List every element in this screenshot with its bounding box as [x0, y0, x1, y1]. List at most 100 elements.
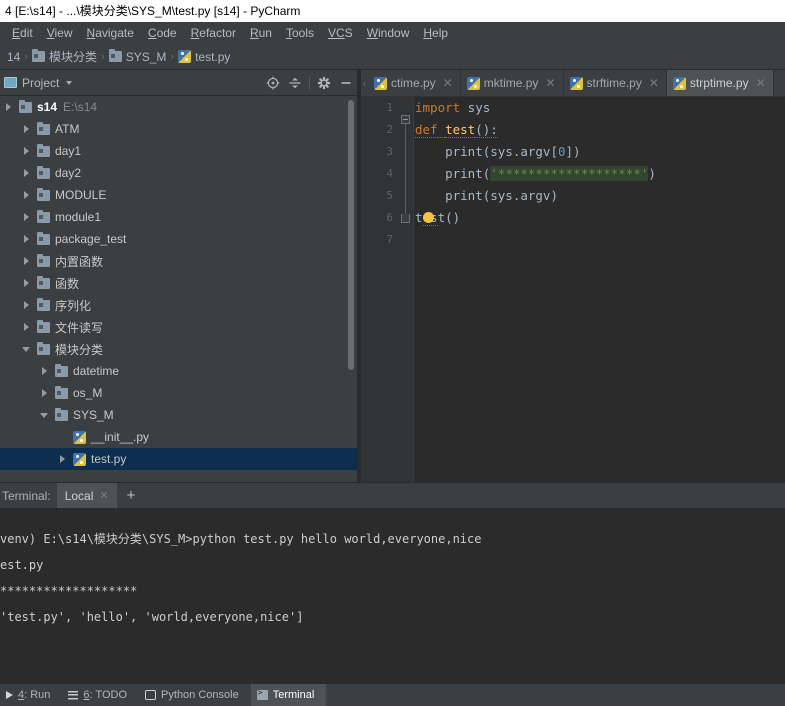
collapse-all-icon[interactable] [285, 73, 305, 93]
status-item-python-console[interactable]: Python Console [139, 684, 251, 706]
terminal-icon [256, 688, 268, 700]
chevron-right-icon [23, 323, 29, 331]
editor-tab-mktime[interactable]: mktime.py ✕ [460, 70, 564, 96]
menu-item-window[interactable]: Window [360, 22, 417, 44]
chevron-down-icon[interactable] [66, 80, 73, 85]
editor-tab-ctime[interactable]: ctime.py ✕ [368, 70, 461, 96]
menu-item-code[interactable]: Code [141, 22, 184, 44]
tree-expand-arrow-icon[interactable] [36, 412, 52, 418]
menu-item-help[interactable]: Help [416, 22, 455, 44]
code-editor[interactable]: 1234567 import sys def test(): print(sys.… [361, 97, 785, 482]
tree-expand-arrow-icon[interactable] [18, 279, 34, 287]
tree-item-day1[interactable]: day1 [0, 140, 360, 162]
menu-item-run[interactable]: Run [243, 22, 279, 44]
menu-mnemonic: N [86, 26, 96, 40]
editor-tab-strptime[interactable]: strptime.py ✕ [666, 70, 774, 96]
add-terminal-button[interactable]: + [117, 483, 146, 509]
tree-expand-arrow-icon[interactable] [18, 147, 34, 155]
editor-tab-bar: ‹ ctime.py ✕ mktime.py ✕ strftime.py ✕ strptime… [361, 70, 785, 97]
folder-icon [36, 253, 50, 267]
menu-item-label: S [344, 26, 353, 40]
tree-expand-arrow-icon[interactable] [18, 213, 34, 221]
terminal-output[interactable]: venv) E:\s14\模块分类\SYS_M>python test.py h… [0, 508, 785, 683]
tree-item-[interactable]: 函数 [0, 272, 360, 294]
todo-icon [68, 690, 79, 700]
menu-item-label: elp [432, 26, 449, 40]
chevron-right-icon [23, 257, 29, 265]
breadcrumb-item-2[interactable]: SYS_M [106, 49, 170, 64]
folder-icon [54, 407, 68, 421]
intention-bulb-icon[interactable] [422, 212, 434, 223]
tree-expand-arrow-icon[interactable] [18, 301, 34, 309]
line-number: 2 [386, 123, 393, 136]
breadcrumb-label: 模块分类 [49, 50, 98, 64]
menu-item-vcs[interactable]: VCS [321, 22, 360, 44]
terminal-line-2: ******************* [0, 584, 138, 598]
breadcrumb-item-1[interactable]: 模块分类 [29, 48, 100, 65]
fold-collapse-icon[interactable] [401, 115, 410, 124]
tree-expand-arrow-icon[interactable] [0, 103, 16, 111]
tree-expand-arrow-icon[interactable] [18, 257, 34, 265]
editor-tab-label: mktime.py [483, 76, 539, 90]
tree-expand-arrow-icon[interactable] [36, 389, 52, 397]
status-item-6-todo[interactable]: 6: TODO [62, 684, 139, 706]
tree-item-package_test[interactable]: package_test [0, 228, 360, 250]
tree-expand-arrow-icon[interactable] [18, 235, 34, 243]
folder-icon [36, 187, 50, 201]
code-token: import [415, 100, 461, 115]
tree-item-s14[interactable]: s14 E:\s14 [0, 96, 360, 118]
line-number-gutter: 1 2 3 4 5 6 7 [361, 97, 399, 482]
code-token: print(sys.argv[ [415, 144, 558, 159]
tree-expand-arrow-icon[interactable] [54, 455, 70, 463]
tree-item-SYS_M[interactable]: SYS_M [0, 404, 360, 426]
code-folding-column[interactable] [399, 97, 413, 482]
editor-tab-strftime[interactable]: strftime.py ✕ [563, 70, 667, 96]
locate-target-icon[interactable] [263, 73, 283, 93]
menu-item-tools[interactable]: Tools [279, 22, 321, 44]
tree-expand-arrow-icon[interactable] [36, 367, 52, 375]
tree-item-[interactable]: 序列化 [0, 294, 360, 316]
breadcrumb-item-3[interactable]: test.py [175, 50, 233, 64]
terminal-tab-local[interactable]: Local ✕ [56, 482, 117, 509]
status-item-terminal[interactable]: Terminal [250, 683, 327, 706]
tree-item-[interactable]: 模块分类 [0, 338, 360, 360]
menu-item-view[interactable]: View [40, 22, 80, 44]
hide-panel-icon[interactable] [336, 73, 356, 93]
tree-item-module1[interactable]: module1 [0, 206, 360, 228]
tree-item-[interactable]: 文件读写 [0, 316, 360, 338]
tree-expand-arrow-icon[interactable] [18, 323, 34, 331]
close-icon[interactable]: ✕ [646, 76, 659, 90]
tree-item-ATM[interactable]: ATM [0, 118, 360, 140]
tree-item-label: MODULE [55, 188, 107, 202]
code-token: 0 [558, 144, 566, 159]
tree-expand-arrow-icon[interactable] [18, 125, 34, 133]
fold-region-end-icon [401, 214, 410, 223]
settings-gear-icon[interactable] [314, 73, 334, 93]
tree-item-test.py[interactable]: test.py [0, 448, 360, 470]
tree-item-os_M[interactable]: os_M [0, 382, 360, 404]
menu-item-edit[interactable]: Edit [5, 22, 40, 44]
close-icon[interactable]: ✕ [99, 489, 108, 502]
code-token: (): [475, 122, 498, 138]
tree-expand-arrow-icon[interactable] [18, 346, 34, 352]
close-icon[interactable]: ✕ [753, 76, 766, 90]
tree-item-day2[interactable]: day2 [0, 162, 360, 184]
chevron-right-icon [5, 103, 11, 111]
tree-expand-arrow-icon[interactable] [18, 169, 34, 177]
project-scrollbar-thumb[interactable] [348, 100, 354, 370]
close-icon[interactable]: ✕ [440, 76, 453, 90]
tree-item-__init__.py[interactable]: __init__.py [0, 426, 360, 448]
status-item-4-run[interactable]: 4: Run [0, 684, 62, 706]
tree-item-MODULE[interactable]: MODULE [0, 184, 360, 206]
tree-expand-arrow-icon[interactable] [18, 191, 34, 199]
tree-item-icon-slot [34, 165, 52, 179]
menu-item-refactor[interactable]: Refactor [184, 22, 243, 44]
tree-item-[interactable]: 内置函数 [0, 250, 360, 272]
breadcrumb-item-0[interactable]: 14 [4, 50, 23, 64]
menu-item-navigate[interactable]: Navigate [80, 22, 141, 44]
close-icon[interactable]: ✕ [542, 76, 555, 90]
code-token [437, 122, 446, 138]
tree-item-datetime[interactable]: datetime [0, 360, 360, 382]
code-content[interactable]: import sys def test(): print(sys.argv[0])… [415, 97, 785, 482]
tab-scroll-left-icon[interactable]: ‹ [361, 70, 368, 96]
